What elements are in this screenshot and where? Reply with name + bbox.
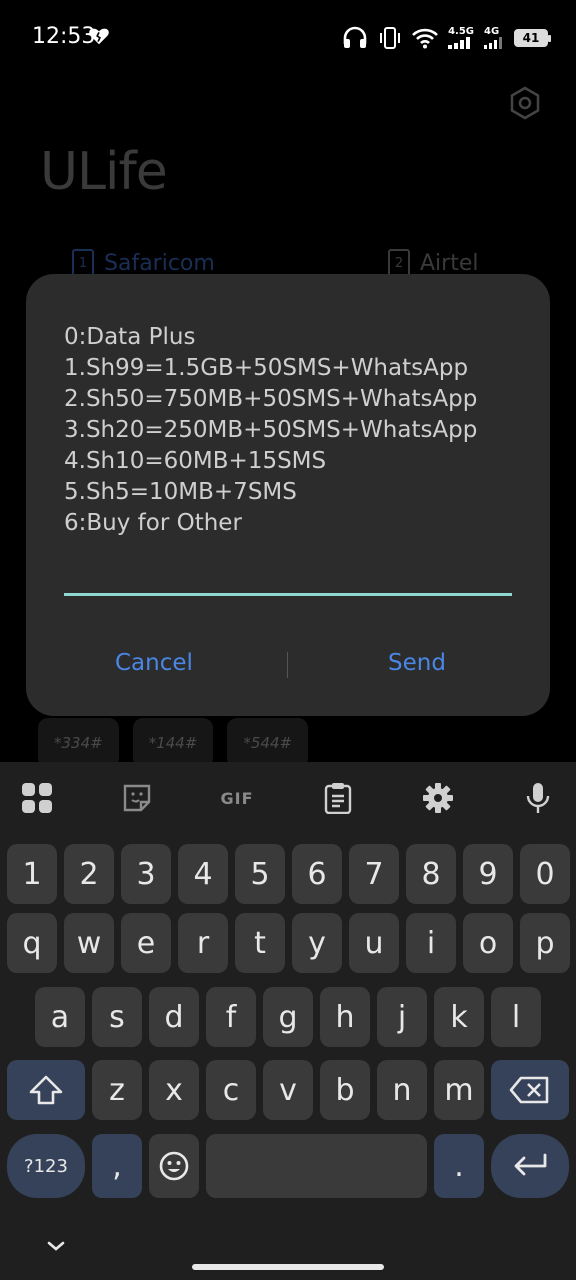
key-w[interactable]: w (64, 913, 114, 973)
key-v[interactable]: v (263, 1060, 313, 1120)
key-0[interactable]: 0 (520, 844, 570, 904)
key-8[interactable]: 8 (406, 844, 456, 904)
key-1[interactable]: 1 (7, 844, 57, 904)
space-key[interactable] (206, 1134, 427, 1198)
menu-line: 3.Sh20=250MB+50SMS+WhatsApp (64, 417, 478, 443)
key-l[interactable]: l (491, 987, 541, 1047)
key-j[interactable]: j (377, 987, 427, 1047)
shift-key[interactable] (7, 1060, 85, 1120)
key-r[interactable]: r (178, 913, 228, 973)
backspace-icon (509, 1076, 549, 1104)
ussd-code-chip[interactable]: *144# (132, 718, 214, 768)
ussd-code-chip[interactable]: *544# (227, 718, 309, 768)
key-u[interactable]: u (349, 913, 399, 973)
key-9[interactable]: 9 (463, 844, 513, 904)
apps-grid-icon[interactable] (19, 780, 55, 816)
enter-arrow-icon (514, 1153, 547, 1176)
key-k[interactable]: k (434, 987, 484, 1047)
backspace-key[interactable] (491, 1060, 569, 1120)
menu-line: 2.Sh50=750MB+50SMS+WhatsApp (64, 386, 478, 412)
wifi-icon (412, 28, 438, 49)
battery-icon: 41 (514, 29, 551, 47)
menu-line: 4.Sh10=60MB+15SMS (64, 448, 327, 474)
key-z[interactable]: z (92, 1060, 142, 1120)
key-o[interactable]: o (463, 913, 513, 973)
hide-keyboard-chevron-icon[interactable] (44, 1238, 68, 1254)
key-s[interactable]: s (92, 987, 142, 1047)
key-e[interactable]: e (121, 913, 171, 973)
broken-heart-icon (89, 28, 109, 45)
key-y[interactable]: y (292, 913, 342, 973)
key-f[interactable]: f (206, 987, 256, 1047)
key-4[interactable]: 4 (178, 844, 228, 904)
headphones-icon (343, 26, 367, 48)
key-c[interactable]: c (206, 1060, 256, 1120)
menu-line: 5.Sh5=10MB+7SMS (64, 479, 297, 505)
enter-key[interactable] (491, 1134, 569, 1198)
settings-hexagon-icon[interactable] (508, 86, 542, 120)
shift-arrow-icon (29, 1075, 63, 1105)
emoji-icon (159, 1151, 189, 1181)
send-button[interactable]: Send (388, 650, 446, 676)
key-t[interactable]: t (235, 913, 285, 973)
key-7[interactable]: 7 (349, 844, 399, 904)
clipboard-icon[interactable] (320, 780, 356, 816)
sticker-icon[interactable] (119, 780, 155, 816)
menu-line: 0:Data Plus (64, 324, 196, 350)
cancel-button[interactable]: Cancel (115, 650, 193, 676)
key-h[interactable]: h (320, 987, 370, 1047)
status-bar: 12:53 4.5G 4G 41 (0, 0, 576, 76)
key-i[interactable]: i (406, 913, 456, 973)
key-m[interactable]: m (434, 1060, 484, 1120)
emoji-key[interactable] (149, 1134, 199, 1198)
menu-line: 1.Sh99=1.5GB+50SMS+WhatsApp (64, 355, 469, 381)
ussd-dialog: 0:Data Plus 1.Sh99=1.5GB+50SMS+WhatsApp … (26, 274, 550, 716)
key-x[interactable]: x (149, 1060, 199, 1120)
microphone-icon[interactable] (520, 780, 556, 816)
symbols-key[interactable]: ?123 (7, 1134, 85, 1198)
ussd-code-list: *334# *144# *544# (38, 718, 309, 768)
action-divider (287, 652, 288, 678)
period-key[interactable]: . (434, 1134, 484, 1198)
signal-1: 4.5G (448, 27, 474, 49)
tab-label: Airtel (420, 250, 479, 276)
key-q[interactable]: q (7, 913, 57, 973)
sim-card-icon: 1 (72, 249, 94, 277)
reply-input[interactable] (64, 560, 512, 596)
network-type-2: 4G (484, 26, 500, 37)
menu-line: 6:Buy for Other (64, 510, 242, 536)
tab-label: Safaricom (104, 250, 215, 276)
key-n[interactable]: n (377, 1060, 427, 1120)
signal-bars-icon (448, 37, 471, 49)
ussd-code-chip[interactable]: *334# (38, 718, 119, 768)
app-title: ULife (40, 142, 168, 202)
keyboard-toolbar: GIF (0, 762, 576, 832)
key-g[interactable]: g (263, 987, 313, 1047)
key-a[interactable]: a (35, 987, 85, 1047)
key-p[interactable]: p (520, 913, 570, 973)
battery-level: 41 (522, 31, 540, 45)
comma-key[interactable]: , (92, 1134, 142, 1198)
network-type-1: 4.5G (448, 26, 474, 37)
gear-icon[interactable] (420, 780, 456, 816)
key-2[interactable]: 2 (64, 844, 114, 904)
status-time: 12:53 (32, 24, 96, 49)
ussd-message: 0:Data Plus 1.Sh99=1.5GB+50SMS+WhatsApp … (64, 322, 524, 539)
key-3[interactable]: 3 (121, 844, 171, 904)
key-6[interactable]: 6 (292, 844, 342, 904)
sim-card-icon: 2 (388, 249, 410, 277)
gesture-nav-handle[interactable] (192, 1264, 384, 1270)
key-d[interactable]: d (149, 987, 199, 1047)
status-icons: 4.5G 4G 41 (342, 24, 551, 52)
signal-2: 4G (484, 27, 504, 49)
gif-icon[interactable]: GIF (214, 780, 260, 816)
dialog-actions: Cancel Send (26, 634, 550, 698)
signal-bars-icon (484, 37, 502, 49)
vibrate-icon (380, 27, 401, 49)
key-5[interactable]: 5 (235, 844, 285, 904)
gif-label: GIF (220, 788, 254, 808)
key-b[interactable]: b (320, 1060, 370, 1120)
